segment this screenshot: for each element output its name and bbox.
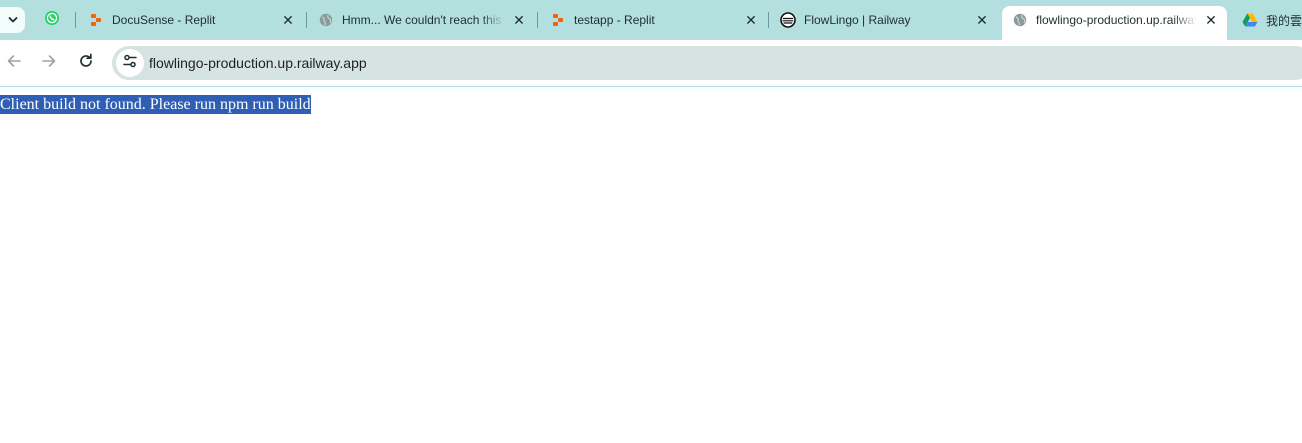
back-arrow-icon — [6, 53, 22, 74]
tab-error-page[interactable]: Hmm... We couldn't reach this page ✕ — [308, 6, 535, 34]
tab-strip: DocuSense - Replit ✕ Hmm... We couldn't … — [0, 0, 1302, 40]
reload-icon — [78, 53, 94, 74]
reload-button[interactable] — [73, 50, 99, 76]
close-icon[interactable]: ✕ — [280, 12, 296, 28]
tab-search-button[interactable] — [0, 7, 25, 33]
tune-icon — [122, 53, 138, 74]
tab-separator — [306, 12, 307, 28]
forward-button[interactable] — [36, 50, 62, 76]
error-message: Client build not found. Please run npm r… — [0, 95, 311, 114]
tab-google-drive[interactable]: 我的雲端硬碟 — [1232, 6, 1302, 34]
tab-flowlingo-production[interactable]: flowlingo-production.up.railway.app ✕ — [1002, 6, 1227, 40]
tab-title: flowlingo-production.up.railway.app — [1036, 13, 1197, 27]
tab-title: Hmm... We couldn't reach this page — [342, 13, 505, 27]
replit-icon — [550, 12, 566, 28]
replit-icon — [88, 12, 104, 28]
railway-icon — [780, 12, 796, 28]
tab-separator — [768, 12, 769, 28]
close-icon[interactable]: ✕ — [974, 12, 990, 28]
chevron-down-icon — [8, 11, 18, 29]
close-icon[interactable]: ✕ — [743, 12, 759, 28]
tab-title: DocuSense - Replit — [112, 13, 216, 27]
google-drive-icon — [1242, 12, 1258, 28]
site-info-button[interactable] — [116, 49, 144, 77]
whatsapp-icon — [44, 10, 60, 31]
tab-testapp[interactable]: testapp - Replit ✕ — [540, 6, 767, 34]
tab-separator — [537, 12, 538, 28]
page-content: Client build not found. Please run npm r… — [0, 87, 1302, 443]
tab-title: FlowLingo | Railway — [804, 13, 911, 27]
globe-icon — [1012, 12, 1028, 28]
address-bar[interactable]: flowlingo-production.up.railway.app — [112, 46, 1302, 80]
pinned-tab-whatsapp[interactable] — [36, 6, 68, 34]
globe-icon — [318, 12, 334, 28]
close-icon[interactable]: ✕ — [1203, 12, 1219, 28]
tab-docusense[interactable]: DocuSense - Replit ✕ — [78, 6, 304, 34]
browser-toolbar: flowlingo-production.up.railway.app — [0, 40, 1302, 87]
forward-arrow-icon — [41, 53, 57, 74]
tab-separator — [75, 12, 76, 28]
tab-flowlingo-railway[interactable]: FlowLingo | Railway ✕ — [770, 6, 998, 34]
url-text[interactable]: flowlingo-production.up.railway.app — [149, 46, 367, 80]
close-icon[interactable]: ✕ — [511, 12, 527, 28]
tab-title: testapp - Replit — [574, 13, 655, 27]
back-button[interactable] — [1, 50, 27, 76]
tab-title: 我的雲端硬碟 — [1266, 13, 1302, 28]
